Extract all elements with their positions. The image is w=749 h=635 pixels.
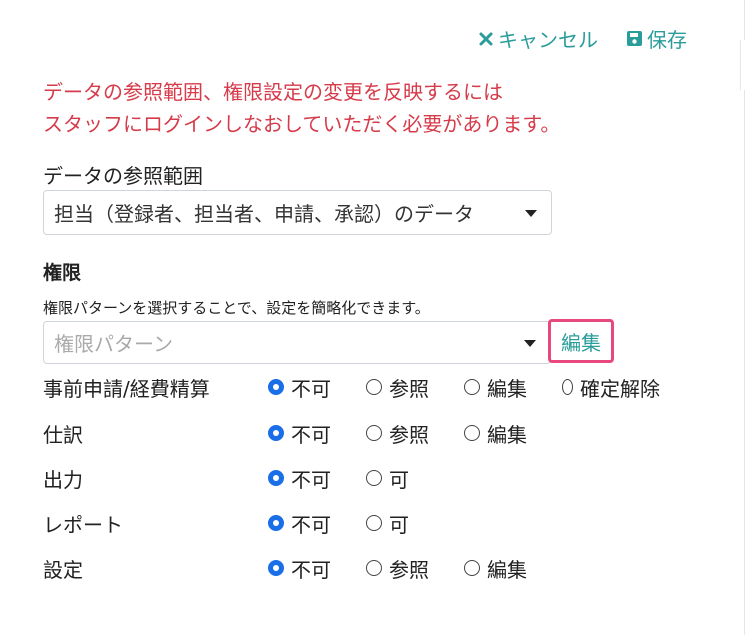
warning-line-1: データの参照範囲、権限設定の変更を反映するには (43, 80, 503, 104)
panel-edge-handle (740, 40, 749, 90)
permission-radio-group: 不可 可 (268, 509, 464, 538)
permissions-hint: 権限パターンを選択することで、設定を簡略化できます。 (43, 299, 430, 317)
permissions-title: 権限 (43, 262, 82, 284)
caret-down-icon (524, 339, 536, 347)
save-button[interactable]: 保存 (626, 24, 687, 53)
close-icon (478, 31, 494, 47)
warning-line-2: スタッフにログインしなおしていただく必要があります。 (43, 112, 561, 136)
radio-option[interactable]: 参照 (366, 373, 464, 402)
radio-option[interactable]: 可 (366, 464, 464, 493)
scope-select[interactable]: 担当（登録者、担当者、申請、承認）のデータ (43, 190, 552, 235)
permission-radio-group: 不可 可 (268, 464, 464, 493)
permission-radio-group: 不可 参照 編集 (268, 554, 562, 583)
caret-down-icon (525, 209, 537, 217)
radio-option[interactable]: 参照 (366, 419, 464, 448)
permission-label: 出力 (43, 467, 83, 492)
radio-option[interactable]: 不可 (268, 419, 366, 448)
permission-pattern-select[interactable]: 権限パターン (43, 321, 551, 364)
permission-label: 仕訳 (43, 422, 83, 447)
save-label: 保存 (647, 28, 687, 52)
permission-row-settings: 設定 不可 参照 編集 (43, 553, 562, 583)
radio-option[interactable]: 不可 (268, 373, 366, 402)
permission-row-report: レポート 不可 可 (43, 508, 464, 538)
permission-label: レポート (43, 512, 123, 537)
radio-option[interactable]: 可 (366, 509, 464, 538)
permission-radio-group: 不可 参照 編集 (268, 419, 562, 448)
radio-option[interactable]: 不可 (268, 509, 366, 538)
radio-option[interactable]: 不可 (268, 464, 366, 493)
radio-option[interactable]: 確定解除 (562, 373, 660, 402)
edit-pattern-button[interactable]: 編集 (548, 319, 614, 363)
permission-label: 事前申請/経費精算 (43, 376, 210, 401)
cancel-label: キャンセル (498, 28, 598, 52)
permission-row-output: 出力 不可 可 (43, 463, 464, 493)
scope-selected-value: 担当（登録者、担当者、申請、承認）のデータ (54, 202, 474, 226)
radio-option[interactable]: 不可 (268, 554, 366, 583)
permission-label: 設定 (43, 557, 83, 582)
radio-option[interactable]: 編集 (464, 419, 562, 448)
permission-radio-group: 不可 参照 編集 確定解除 (268, 373, 660, 402)
relogin-warning: データの参照範囲、権限設定の変更を反映するには スタッフにログインしなおしていた… (43, 76, 703, 140)
header-actions: キャンセル 保存 (478, 24, 687, 53)
cancel-button[interactable]: キャンセル (478, 24, 598, 53)
radio-option[interactable]: 編集 (464, 373, 562, 402)
scope-label: データの参照範囲 (43, 164, 203, 188)
floppy-disk-icon (626, 30, 643, 47)
radio-option[interactable]: 参照 (366, 554, 464, 583)
panel-edge (744, 0, 745, 635)
permission-row-pre-application: 事前申請/経費精算 不可 参照 編集 確定解除 (43, 372, 660, 402)
permission-row-journal: 仕訳 不可 参照 編集 (43, 418, 562, 448)
permission-pattern-placeholder: 権限パターン (54, 332, 173, 356)
radio-option[interactable]: 編集 (464, 554, 562, 583)
